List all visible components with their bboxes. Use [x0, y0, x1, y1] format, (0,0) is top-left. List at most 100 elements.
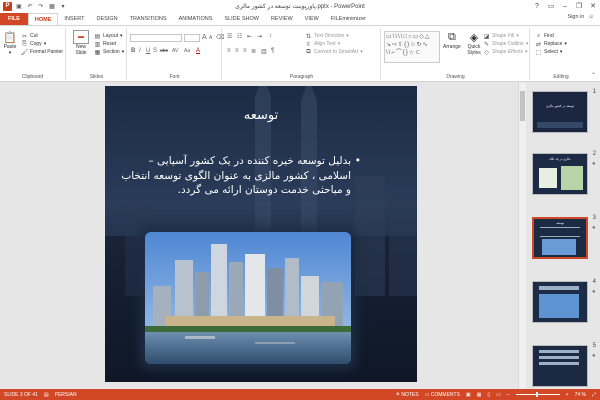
current-slide[interactable]: توسعه • بدلیل توسعه خیره کننده در یک کشو…	[105, 86, 417, 382]
copy-button[interactable]: ⎘ Copy ▾	[21, 40, 63, 48]
normal-view-icon[interactable]: ▣	[466, 392, 471, 398]
tab-slide-show[interactable]: SLIDE SHOW	[218, 13, 265, 25]
character-spacing-button[interactable]: AV	[172, 48, 178, 54]
notes-button[interactable]: ≜ NOTES	[396, 392, 419, 398]
grow-font-icon[interactable]: A	[202, 34, 207, 41]
tab-transitions[interactable]: TRANSITIONS	[124, 13, 173, 25]
zoom-slider-knob[interactable]	[535, 392, 538, 397]
tab-view[interactable]: VIEW	[299, 13, 325, 25]
select-button[interactable]: ⬚ Select ▾	[535, 48, 567, 56]
tab-file[interactable]: FILE	[0, 13, 28, 25]
slide-thumbnail-1[interactable]: توسعه در کشور مالزی 1	[526, 89, 600, 145]
slide-body-text[interactable]: • بدلیل توسعه خیره کننده در یک کشور آسیا…	[119, 154, 361, 198]
scrollbar-thumb[interactable]	[520, 91, 525, 121]
format-painter-button[interactable]: 🖌 Format Painter	[21, 48, 63, 56]
layout-label: Layout	[103, 33, 119, 39]
italic-button[interactable]: I	[139, 48, 141, 54]
tab-home[interactable]: HOME	[27, 13, 59, 25]
underline-button[interactable]: U	[146, 48, 150, 54]
comments-button[interactable]: ▭ COMMENTS	[425, 392, 460, 398]
smiley-icon[interactable]: ☺	[588, 14, 594, 20]
thumbnail-caption: توسعه	[556, 221, 564, 225]
slide-thumbnail-4[interactable]: 4 ★	[526, 279, 600, 335]
bold-button[interactable]: B	[131, 48, 135, 54]
font-color-button[interactable]: A	[196, 48, 200, 54]
collapse-ribbon-icon[interactable]: ⌃	[591, 72, 596, 79]
paste-dropdown-icon[interactable]: ▾	[9, 50, 12, 56]
save-icon[interactable]: ▣	[15, 2, 23, 10]
change-case-button[interactable]: Aa	[184, 48, 190, 54]
align-text-button[interactable]: ⇳ Align Text ▾	[305, 40, 363, 48]
undo-icon[interactable]: ↶	[26, 2, 34, 10]
slide-thumbnail-2[interactable]: مالزی در یک نگاه 2 ★	[526, 151, 600, 207]
zoom-level[interactable]: 74 %	[575, 392, 586, 398]
reset-button[interactable]: ▥ Reset	[94, 40, 124, 48]
slide-thumbnail-5[interactable]: 5 ★	[526, 343, 600, 389]
convert-smartart-button[interactable]: ⧉ Convert to SmartArt ▾	[305, 48, 363, 56]
tab-insert[interactable]: INSERT	[58, 13, 90, 25]
font-name-input[interactable]	[130, 34, 182, 42]
align-left-icon[interactable]: ≡	[227, 48, 231, 54]
new-slide-button[interactable]: ▬ New Slide	[70, 30, 92, 56]
shape-effects-button[interactable]: ◇ Shape Effects ▾	[483, 48, 528, 56]
align-center-icon[interactable]: ≡	[235, 48, 239, 54]
arrange-button[interactable]: ⧉ Arrange	[443, 30, 461, 51]
ribbon-display-options-button[interactable]: ▭	[544, 0, 558, 12]
rtl-icon[interactable]: ¶	[271, 48, 274, 54]
editing-group: ⌕ Find ⇄ Replace ▾ ⬚ Select ▾ Editing	[531, 28, 591, 81]
reading-view-icon[interactable]: ▯	[487, 392, 490, 398]
shape-outline-button[interactable]: ✎ Shape Outline ▾	[483, 40, 528, 48]
shrink-font-icon[interactable]: A	[209, 35, 212, 41]
slide-sorter-icon[interactable]: ▦	[477, 392, 482, 398]
numbering-icon[interactable]: ☷	[237, 33, 242, 40]
customize-qa-icon[interactable]: ▾	[59, 2, 67, 10]
replace-button[interactable]: ⇄ Replace ▾	[535, 40, 567, 48]
help-button[interactable]: ?	[530, 0, 544, 12]
sign-in-link[interactable]: Sign in	[568, 14, 585, 20]
powerpoint-logo-icon[interactable]: P	[3, 1, 12, 11]
zoom-out-button[interactable]: –	[507, 392, 510, 398]
arrange-icon: ⧉	[447, 30, 456, 43]
tab-fileminimizer[interactable]: FILEminimizer	[325, 13, 372, 25]
outline-collapsed-strip[interactable]	[0, 83, 10, 389]
find-button[interactable]: ⌕ Find	[535, 32, 567, 40]
bullets-icon[interactable]: ☰	[227, 33, 232, 40]
quick-styles-button[interactable]: ◈ Quick Styles	[464, 30, 484, 57]
cut-button[interactable]: ✂ Cut	[21, 32, 63, 40]
slide-thumbnail-3[interactable]: توسعه 3 ★	[526, 215, 600, 271]
tab-design[interactable]: DESIGN	[91, 13, 124, 25]
fit-to-window-icon[interactable]: ⤢	[592, 392, 596, 398]
paint-bucket-icon: ◪	[483, 33, 490, 40]
strikethrough-button[interactable]: abc	[160, 48, 168, 54]
convert-smartart-dropdown-icon: ▾	[360, 49, 363, 55]
tab-animations[interactable]: ANIMATIONS	[173, 13, 219, 25]
zoom-slider[interactable]	[515, 392, 560, 397]
paste-button[interactable]: 📋 Paste ▾	[3, 30, 17, 57]
decrease-indent-icon[interactable]: ⇤	[247, 33, 252, 40]
justify-icon[interactable]: ≣	[251, 48, 256, 55]
line-spacing-icon[interactable]: ↕	[269, 33, 272, 39]
text-direction-button[interactable]: ⇅ Text Direction ▾	[305, 32, 363, 40]
shape-fill-button[interactable]: ◪ Shape Fill ▾	[483, 32, 528, 40]
minimize-button[interactable]: –	[558, 0, 572, 12]
layout-button[interactable]: ▤ Layout ▾	[94, 32, 124, 40]
columns-icon[interactable]: ▥	[261, 48, 267, 55]
zoom-in-button[interactable]: +	[566, 392, 569, 398]
shapes-gallery[interactable]: ▭\\\\□○▭◇△ ↘⇨⇧{}☆↻∿ \\⌐⌒{}☆⊂	[384, 31, 440, 63]
start-from-beginning-icon[interactable]: ▦	[48, 2, 56, 10]
language-indicator[interactable]: PERSIAN	[55, 392, 77, 398]
text-shadow-button[interactable]: S	[153, 48, 157, 54]
redo-icon[interactable]: ↷	[37, 2, 45, 10]
close-button[interactable]: ✕	[586, 0, 600, 12]
vertical-scrollbar[interactable]	[518, 83, 526, 389]
section-button[interactable]: ▦ Section ▾	[94, 48, 125, 56]
align-right-icon[interactable]: ≡	[243, 48, 247, 54]
tab-review[interactable]: REVIEW	[265, 13, 299, 25]
slide-title[interactable]: توسعه	[105, 108, 417, 123]
kuala-lumpur-skyline-photo[interactable]	[145, 232, 351, 364]
increase-indent-icon[interactable]: ⇥	[257, 33, 262, 40]
restore-button[interactable]: ❐	[572, 0, 586, 12]
slide-show-icon[interactable]: ▭	[496, 392, 501, 398]
font-size-input[interactable]	[184, 34, 200, 42]
spelling-icon[interactable]: ▤	[44, 392, 49, 398]
